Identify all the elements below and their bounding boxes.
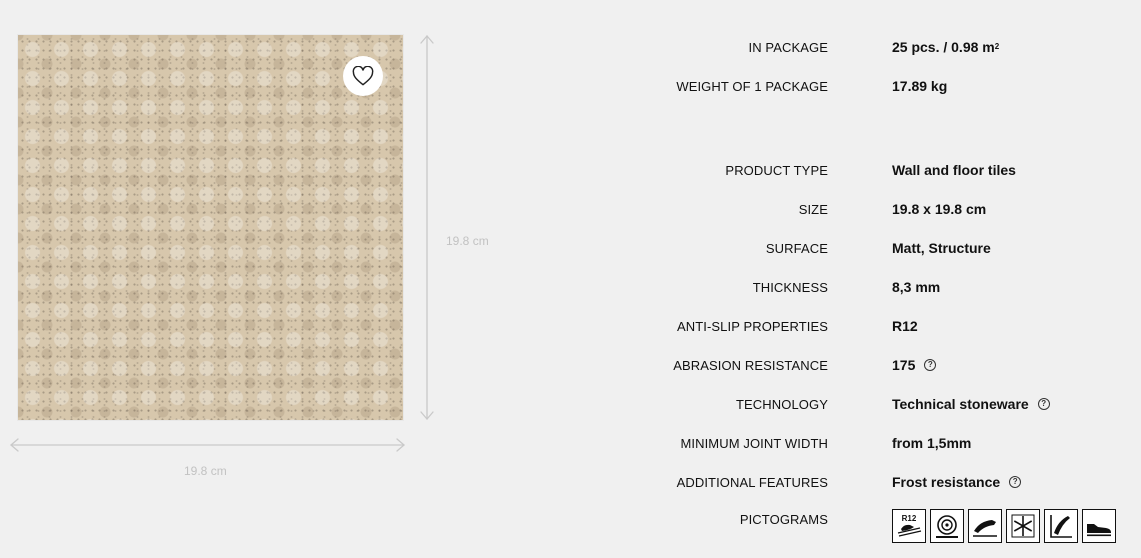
r12-text: R12	[902, 514, 917, 523]
spec-value: Technical stoneware?	[892, 396, 1050, 412]
spec-label: ANTI-SLIP PROPERTIES	[676, 319, 828, 334]
spec-abrasion: ABRASION RESISTANCE 175?	[600, 357, 1141, 397]
spec-anti-slip: ANTI-SLIP PROPERTIES R12	[600, 318, 1141, 358]
spec-in-package: IN PACKAGE 25 pcs. / 0.98 m2	[600, 39, 1141, 79]
spec-joint-width: MINIMUM JOINT WIDTH from 1,5mm	[600, 435, 1141, 475]
spec-label: THICKNESS	[752, 280, 828, 295]
spec-value: 8,3 mm	[892, 279, 941, 295]
pictogram-list: R12	[892, 509, 1116, 543]
shoe-icon[interactable]	[1082, 509, 1116, 543]
spec-value-text: Frost resistance	[892, 474, 1001, 490]
spec-value: from 1,5mm	[892, 435, 972, 451]
spec-thickness: THICKNESS 8,3 mm	[600, 279, 1141, 319]
spec-label: PRODUCT TYPE	[725, 163, 828, 178]
spec-value: 17.89 kg	[892, 78, 948, 94]
spec-label: IN PACKAGE	[748, 40, 828, 55]
spec-value: Wall and floor tiles	[892, 162, 1016, 178]
snowflake-icon[interactable]	[1006, 509, 1040, 543]
spec-value: 25 pcs. / 0.98 m2	[892, 39, 1000, 55]
spec-value: Frost resistance?	[892, 474, 1022, 490]
spec-value: R12	[892, 318, 918, 334]
cutting-disc-icon[interactable]	[930, 509, 964, 543]
spec-value: Matt, Structure	[892, 240, 991, 256]
height-dimension-label: 19.8 cm	[446, 234, 489, 248]
spec-label: PICTOGRAMS	[739, 512, 828, 527]
spec-value: 19.8 x 19.8 cm	[892, 201, 987, 217]
spec-size: SIZE 19.8 x 19.8 cm	[600, 201, 1141, 241]
spec-value: 175?	[892, 357, 937, 373]
spec-weight: WEIGHT OF 1 PACKAGE 17.89 kg	[600, 78, 1141, 118]
spec-surface: SURFACE Matt, Structure	[600, 240, 1141, 280]
r12-slip-icon[interactable]: R12	[892, 509, 926, 543]
wall-tile-icon[interactable]	[968, 509, 1002, 543]
spec-label: TECHNOLOGY	[735, 397, 828, 412]
help-icon[interactable]: ?	[1037, 398, 1050, 410]
spec-label: SURFACE	[765, 241, 828, 256]
spec-label: ADDITIONAL FEATURES	[676, 475, 828, 490]
dimension-arrows	[10, 35, 434, 452]
spec-value-text: 175	[892, 357, 916, 373]
spec-label: ABRASION RESISTANCE	[673, 358, 828, 373]
width-dimension-label: 19.8 cm	[184, 464, 227, 478]
floor-tile-icon[interactable]	[1044, 509, 1078, 543]
spec-value-text: Technical stoneware	[892, 396, 1029, 412]
spec-value-text: 25 pcs. / 0.98 m	[892, 39, 995, 55]
help-icon[interactable]: ?	[924, 359, 937, 371]
spec-label: MINIMUM JOINT WIDTH	[680, 436, 828, 451]
spec-label: WEIGHT OF 1 PACKAGE	[676, 79, 828, 94]
help-icon[interactable]: ?	[1009, 476, 1022, 488]
spec-product-type: PRODUCT TYPE Wall and floor tiles	[600, 162, 1141, 202]
spec-label: SIZE	[798, 202, 828, 217]
spec-technology: TECHNOLOGY Technical stoneware?	[600, 396, 1141, 436]
